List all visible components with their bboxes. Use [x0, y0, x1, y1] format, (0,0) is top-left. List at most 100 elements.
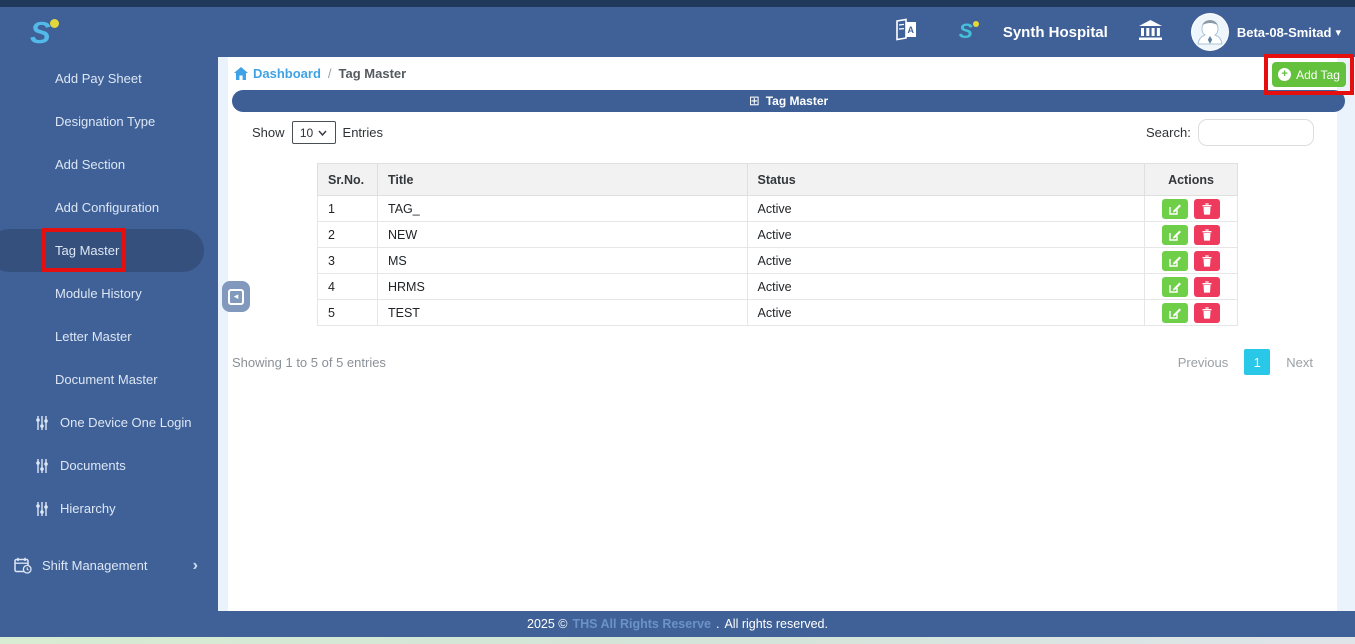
sliders-icon: [35, 415, 49, 431]
entries-select[interactable]: 10: [291, 121, 336, 144]
top-header: S A S Synth Hospital Beta-08-Smitad ▾: [0, 7, 1355, 57]
table-icon: ⊞: [748, 93, 760, 108]
logo-letter: S: [30, 14, 51, 50]
page-number-button[interactable]: 1: [1244, 349, 1271, 375]
sidebar-item-label: Hierarchy: [60, 501, 116, 516]
sidebar-item-label: Letter Master: [55, 329, 132, 344]
cell-status: Active: [746, 247, 1146, 274]
username[interactable]: Beta-08-Smitad: [1237, 25, 1332, 40]
tag-table: Sr.No. Title Status Actions 1 TAG_ Activ…: [317, 163, 1238, 326]
pagination: Previous 1 Next: [1178, 349, 1313, 375]
sidebar-item-add-section[interactable]: Add Section: [0, 143, 218, 186]
sidebar-item-add-pay-sheet[interactable]: Add Pay Sheet: [0, 57, 218, 100]
sidebar-item-document-master[interactable]: Document Master: [0, 358, 218, 401]
edit-button[interactable]: [1162, 198, 1188, 219]
delete-button[interactable]: [1194, 276, 1220, 297]
sliders-icon: [35, 501, 49, 517]
footer-rights: All rights reserved.: [724, 617, 828, 631]
panel-title-bar: ⊞ Tag Master: [232, 90, 1345, 112]
col-header-status: Status: [746, 163, 1146, 196]
edit-button[interactable]: [1162, 224, 1188, 245]
avatar[interactable]: [1190, 13, 1229, 51]
delete-button[interactable]: [1194, 198, 1220, 219]
sidebar-item-letter-master[interactable]: Letter Master: [0, 315, 218, 358]
caret-down-icon[interactable]: ▾: [1335, 26, 1341, 39]
edit-button[interactable]: [1162, 276, 1188, 297]
add-tag-button[interactable]: + Add Tag: [1272, 62, 1346, 87]
next-button[interactable]: Next: [1286, 355, 1313, 370]
table-row: 3 MS Active: [317, 247, 1238, 274]
table-row: 1 TAG_ Active: [317, 195, 1238, 222]
previous-button[interactable]: Previous: [1178, 355, 1229, 370]
show-label: Show: [252, 125, 285, 140]
app-logo[interactable]: S: [30, 14, 59, 50]
sidebar-item-label: Add Pay Sheet: [55, 71, 142, 86]
bank-icon[interactable]: [1138, 19, 1163, 46]
panel-title: Tag Master: [765, 94, 829, 108]
trash-icon: [1202, 306, 1212, 319]
breadcrumb: Dashboard / Tag Master: [228, 57, 1337, 90]
sliders-icon: [35, 458, 49, 474]
edit-button[interactable]: [1162, 302, 1188, 323]
sidebar-item-designation-type[interactable]: Designation Type: [0, 100, 218, 143]
footer-dot: .: [715, 617, 720, 631]
chevron-down-icon: [318, 130, 327, 136]
sidebar-item-label: One Device One Login: [60, 415, 192, 430]
table-row: 2 NEW Active: [317, 221, 1238, 248]
footer-year: 2025 ©: [527, 617, 568, 631]
showing-entries-text: Showing 1 to 5 of 5 entries: [232, 355, 386, 370]
trash-icon: [1202, 280, 1212, 293]
sidebar-item-module-history[interactable]: Module History: [0, 272, 218, 315]
entries-control: Show 10 Entries: [252, 121, 383, 144]
hospital-name: Synth Hospital: [1002, 23, 1108, 41]
home-icon[interactable]: [234, 67, 248, 80]
sidebar-item-label: Add Configuration: [55, 200, 160, 215]
delete-button[interactable]: [1194, 302, 1220, 323]
cell-title: TEST: [376, 299, 748, 326]
breadcrumb-separator: /: [327, 66, 332, 81]
cell-sr: 3: [317, 247, 378, 274]
col-header-actions: Actions: [1144, 163, 1238, 196]
cell-actions: [1144, 299, 1238, 326]
breadcrumb-dashboard-link[interactable]: Dashboard: [253, 66, 321, 81]
svg-text:A: A: [907, 24, 914, 34]
footer-link[interactable]: THS All Rights Reserve: [573, 617, 711, 631]
s-badge-icon: S: [959, 20, 979, 44]
trash-icon: [1202, 202, 1212, 215]
add-tag-label: Add Tag: [1296, 67, 1340, 82]
top-stripe: [0, 0, 1355, 7]
annotation-box-tag-master: [42, 228, 126, 272]
cell-title: NEW: [376, 221, 748, 248]
sidebar-item-documents[interactable]: Documents: [0, 444, 218, 487]
sidebar-item-one-device-one-login[interactable]: One Device One Login: [0, 401, 218, 444]
edit-button[interactable]: [1162, 250, 1188, 271]
bottom-strip: [0, 637, 1355, 644]
delete-button[interactable]: [1194, 250, 1220, 271]
sidebar-item-shift-management[interactable]: Shift Management ›: [0, 544, 218, 587]
translate-icon[interactable]: A: [893, 17, 919, 48]
sidebar-collapse-toggle[interactable]: ◂: [222, 281, 250, 312]
cell-actions: [1144, 247, 1238, 274]
tag-table-wrap: Sr.No. Title Status Actions 1 TAG_ Activ…: [317, 163, 1238, 326]
cell-status: Active: [746, 221, 1146, 248]
sidebar-item-hierarchy[interactable]: Hierarchy: [0, 487, 218, 530]
trash-icon: [1202, 254, 1212, 267]
edit-icon: [1169, 308, 1181, 319]
delete-button[interactable]: [1194, 224, 1220, 245]
cell-sr: 2: [317, 221, 378, 248]
sidebar-item-label: Designation Type: [55, 114, 156, 129]
edit-icon: [1169, 256, 1181, 267]
table-header-row: Sr.No. Title Status Actions: [317, 163, 1238, 196]
cell-sr: 4: [317, 273, 378, 300]
search-input[interactable]: [1197, 119, 1314, 146]
col-header-srno: Sr.No.: [317, 163, 378, 196]
edit-icon: [1169, 204, 1181, 215]
cell-title: MS: [376, 247, 748, 274]
cell-title: HRMS: [376, 273, 748, 300]
content-card: Dashboard / Tag Master + Add Tag ⊞ Tag M…: [228, 54, 1354, 611]
edit-icon: [1169, 282, 1181, 293]
cell-actions: [1144, 195, 1238, 222]
cell-title: TAG_: [376, 195, 748, 222]
sidebar-item-add-configuration[interactable]: Add Configuration: [0, 186, 218, 229]
sidebar-item-label: Documents: [60, 458, 126, 473]
